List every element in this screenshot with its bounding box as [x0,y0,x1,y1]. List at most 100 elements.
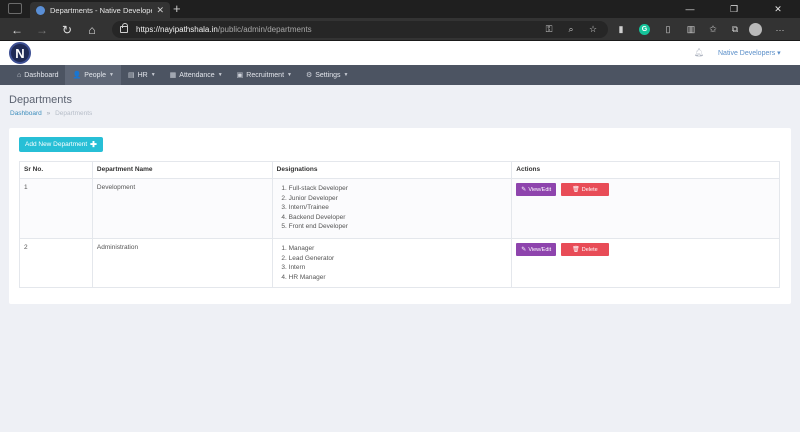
designation-list: Full-stack Developer Junior Developer In… [289,184,508,232]
tab-actions-icon[interactable] [8,3,22,14]
address-bar[interactable]: https://nayipathshala.in/public/admin/de… [112,21,608,38]
trash-icon: 🗑︎ [572,187,580,193]
zoom-icon[interactable]: ⌕ [562,21,580,38]
calendar-icon: ▦ [169,72,177,79]
designation-item: Manager [289,244,508,254]
chevron-down-icon: ▼ [109,72,114,78]
app-logo[interactable]: N [9,42,31,64]
main-nav: ⌂ Dashboard 👤 People ▼ ▤ HR ▼ ▦ Attendan… [0,65,800,85]
home-icon[interactable]: ⌂ [83,21,101,38]
people-icon: 👤 [72,72,82,79]
cell-designations: Manager Lead Generator Intern HR Manager [271,238,513,288]
departments-card: Add New Department ✚ Sr No. Department N… [9,128,791,304]
cell-designations: Full-stack Developer Junior Developer In… [271,178,513,239]
tab-title: Departments - Native Developer [50,5,153,15]
designation-item: Front end Developer [289,222,508,232]
table-row: 2 Administration Manager Lead Generator … [19,238,780,288]
designation-list: Manager Lead Generator Intern HR Manager [289,244,508,282]
favicon-icon [36,5,45,15]
profile-avatar[interactable] [749,23,762,36]
header-designations: Designations [271,161,513,179]
grammarly-icon[interactable]: G [639,24,650,35]
designation-item: HR Manager [289,273,508,283]
view-edit-label: View/Edit [528,186,552,193]
gear-icon: ⚙ [305,72,313,79]
browser-toolbar: ← → ↻ ⌂ https://nayipathshala.in/public/… [0,18,800,41]
url-host: https://nayipathshala.in [136,25,218,34]
nav-label: Settings [315,71,341,79]
cell-department-name: Administration [91,238,273,288]
table-header-row: Sr No. Department Name Designations Acti… [19,161,780,179]
maximize-icon[interactable]: ❐ [712,0,756,18]
breadcrumb: Dashboard » Departments [10,110,92,117]
nav-label: Attendance [179,71,215,79]
chevron-down-icon: ▼ [150,72,156,78]
add-department-button[interactable]: Add New Department ✚ [19,137,103,152]
nav-people[interactable]: 👤 People ▼ [65,65,121,85]
view-edit-button[interactable]: ✎ View/Edit [516,183,557,196]
cell-actions: ✎ View/Edit 🗑︎ Delete [511,238,780,288]
page-title: Departments [9,94,72,106]
designation-item: Full-stack Developer [289,184,508,194]
home-icon: ⌂ [17,71,22,79]
breadcrumb-dashboard-link[interactable]: Dashboard [10,110,42,117]
close-window-icon[interactable]: ✕ [756,0,800,18]
extension-icon[interactable]: ▯ [659,21,677,38]
nav-label: HR [137,71,148,79]
delete-button[interactable]: 🗑︎ Delete [561,243,609,256]
forward-icon[interactable]: → [33,21,51,38]
nav-settings[interactable]: ⚙ Settings ▼ [299,65,356,85]
breadcrumb-current: Departments [55,110,93,117]
favorite-star-icon[interactable]: ☆ [584,21,602,38]
new-tab-icon[interactable]: + [173,1,181,17]
briefcase-icon: ▤ [127,72,135,79]
departments-table: Sr No. Department Name Designations Acti… [19,161,780,288]
app-header: N 🔔︎ Native Developers ▾ [0,41,800,65]
nav-attendance[interactable]: ▦ Attendance ▼ [163,65,230,85]
extension-office-icon[interactable]: ▮ [612,21,630,38]
header-actions: Actions [511,161,780,179]
collections-icon[interactable]: ⧉ [726,21,744,38]
designation-item: Intern [289,263,508,273]
chevron-down-icon: ▼ [343,72,349,78]
refresh-icon[interactable]: ↻ [58,21,76,38]
nav-label: Recruitment [246,71,285,79]
header-department-name: Department Name [91,161,273,179]
notification-bell-icon[interactable]: 🔔︎ [694,48,704,57]
split-screen-icon[interactable]: ▥ [682,21,700,38]
trash-icon: 🗑︎ [572,247,580,253]
nav-label: Dashboard [24,71,59,79]
key-icon[interactable]: ⚿ [540,21,558,38]
url-path: /public/admin/departments [217,25,312,34]
more-options-icon[interactable]: ··· [771,21,789,38]
cell-actions: ✎ View/Edit 🗑︎ Delete [511,178,780,239]
designation-item: Backend Developer [289,213,508,223]
nav-dashboard[interactable]: ⌂ Dashboard [10,65,65,85]
nav-recruitment[interactable]: ▣ Recruitment ▼ [230,65,299,85]
edit-icon: ✎ [521,187,527,193]
cell-sr-no: 2 [19,238,93,288]
cell-department-name: Development [91,178,273,239]
table-row: 1 Development Full-stack Developer Junio… [19,178,780,239]
plus-icon: ✚ [90,140,97,149]
designation-item: Lead Generator [289,254,508,264]
favorites-icon[interactable]: ✩ [704,21,722,38]
recruitment-icon: ▣ [236,72,244,79]
designation-item: Junior Developer [289,194,508,204]
lock-icon [120,23,128,33]
header-sr-no: Sr No. [19,161,93,179]
minimize-icon[interactable]: — [668,0,712,18]
designation-item: Intern/Trainee [289,203,508,213]
user-menu[interactable]: Native Developers ▾ [718,49,781,57]
back-icon[interactable]: ← [8,21,26,38]
browser-tab[interactable]: Departments - Native Developer ✕ [30,2,170,18]
nav-hr[interactable]: ▤ HR ▼ [121,65,163,85]
breadcrumb-separator: » [46,110,51,117]
edit-icon: ✎ [521,247,527,253]
chevron-down-icon: ▼ [287,72,292,78]
tab-close-icon[interactable]: ✕ [156,5,164,16]
chevron-down-icon: ▼ [217,72,223,78]
delete-label: Delete [581,186,598,193]
view-edit-button[interactable]: ✎ View/Edit [516,243,557,256]
delete-button[interactable]: 🗑︎ Delete [561,183,609,196]
